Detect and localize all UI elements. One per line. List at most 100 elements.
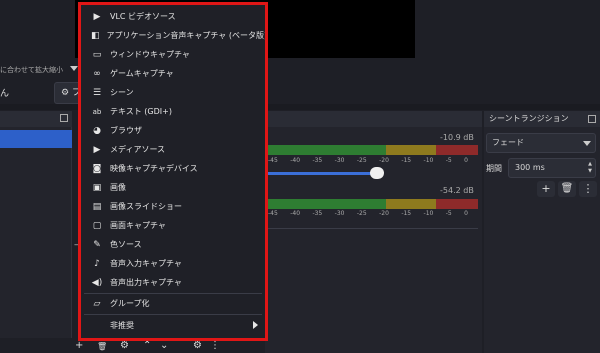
menu-item-vlc-source[interactable]: ▶ VLC ビデオソース	[80, 7, 266, 26]
channel2-ticks: -45 -40 -35 -30 -25 -20 -15 -10 -5 0	[268, 210, 478, 217]
tick-label: -35	[312, 157, 323, 164]
trash-icon[interactable]: 🗑	[97, 342, 107, 351]
channel1-volume-handle[interactable]	[370, 167, 384, 179]
tick-label: -5	[445, 157, 452, 164]
menu-item-label: テキスト (GDI+)	[110, 107, 172, 116]
menu-item-video-capture[interactable]: ◙ 映像キャプチャデバイス	[80, 159, 266, 178]
top-left-area	[0, 0, 75, 58]
tick-label: -10	[423, 210, 434, 217]
menu-item-deprecated[interactable]: 非推奨	[80, 316, 266, 335]
channel1-ticks: -45 -40 -35 -30 -25 -20 -15 -10 -5 0	[268, 157, 478, 164]
window-icon: ▭	[92, 49, 102, 60]
undock-icon[interactable]	[588, 115, 596, 123]
menu-item-label: アプリケーション音声キャプチャ (ベータ版)	[106, 31, 268, 40]
menu-item-browser[interactable]: ◕ ブラウザ	[80, 121, 266, 140]
left-text: ん	[0, 89, 10, 99]
gear-icon[interactable]: ⚙	[120, 340, 129, 351]
tick-label: -20	[379, 210, 389, 217]
tick-label: -30	[334, 157, 345, 164]
channel1-meter	[268, 145, 478, 155]
menu-item-label: 画像スライドショー	[110, 202, 182, 211]
transition-menu-button[interactable]: ⋮	[579, 181, 597, 197]
chevron-right-icon	[253, 321, 258, 329]
menu-item-label: 映像キャプチャデバイス	[110, 164, 198, 173]
menu-item-window-capture[interactable]: ▭ ウィンドウキャプチャ	[80, 45, 266, 64]
monitor-icon: ▢	[92, 220, 102, 231]
tick-label: -5	[445, 210, 452, 217]
menu-item-app-audio-capture[interactable]: ◧ アプリケーション音声キャプチャ (ベータ版)	[80, 26, 268, 45]
undock-icon[interactable]	[60, 114, 68, 122]
tick-label: -25	[356, 157, 367, 164]
globe-icon: ◕	[93, 125, 101, 136]
tick-label: -40	[290, 157, 301, 164]
menu-item-media-source[interactable]: ▶ メディアソース	[80, 140, 266, 159]
tick-label: 0	[464, 210, 468, 217]
tick-label: -15	[401, 210, 412, 217]
menu-item-label: ブラウザ	[110, 126, 142, 135]
chevron-up-icon[interactable]: ⌃	[143, 340, 151, 351]
menu-item-image[interactable]: ▣ 画像	[80, 178, 266, 197]
transition-select-value: フェード	[492, 138, 524, 147]
menu-item-group[interactable]: ▱ グループ化	[80, 294, 266, 313]
list-icon: ☰	[92, 87, 102, 98]
folder-icon: ▱	[93, 298, 101, 309]
menu-item-image-slideshow[interactable]: ▤ 画像スライドショー	[80, 197, 266, 216]
play-icon: ▶	[93, 144, 101, 155]
menu-item-label: VLC ビデオソース	[110, 12, 176, 21]
tick-label: -30	[334, 210, 345, 217]
more-icon[interactable]: ⋮	[210, 340, 220, 351]
chevron-down-icon	[70, 66, 78, 71]
duration-input[interactable]: 300 ms ▲ ▼	[508, 158, 596, 178]
chevron-down-icon	[583, 141, 591, 146]
chevron-down-icon[interactable]: ⌄	[160, 340, 168, 351]
menu-item-label: メディアソース	[110, 145, 166, 154]
menu-item-label: 色ソース	[110, 240, 142, 249]
scale-mode-select[interactable]: に合わせて拡大縮小	[0, 62, 80, 78]
blank-icon	[91, 320, 103, 332]
slideshow-icon: ▤	[92, 201, 102, 212]
scenes-panel-header	[0, 111, 72, 127]
add-source-icon[interactable]: +	[75, 340, 83, 351]
menu-item-label: ゲームキャプチャ	[110, 69, 174, 78]
channel2-meter	[268, 199, 478, 209]
menu-item-label: ウィンドウキャプチャ	[110, 50, 190, 59]
channel1-db: -10.9 dB	[440, 133, 474, 142]
audio-mixer-header	[265, 111, 482, 127]
tick-label: -35	[312, 210, 323, 217]
tick-label: -45	[268, 157, 278, 164]
menu-item-audio-input[interactable]: ♪ 音声入力キャプチャ	[80, 254, 266, 273]
volume-icon: ◀)	[91, 277, 103, 288]
menu-item-game-capture[interactable]: ∞ ゲームキャプチャ	[80, 64, 266, 83]
spinner-icon[interactable]: ▲ ▼	[588, 161, 592, 175]
menu-item-label: 音声出力キャプチャ	[110, 278, 182, 287]
image-icon: ▣	[92, 182, 102, 193]
remove-transition-button[interactable]: 🗑	[558, 181, 576, 197]
transitions-header: シーントランジション	[484, 111, 600, 127]
channel2-db: -54.2 dB	[440, 186, 474, 195]
menu-item-label: 音声入力キャプチャ	[110, 259, 182, 268]
channel1-volume-slider[interactable]	[268, 172, 378, 175]
gamepad-icon: ∞	[93, 68, 101, 79]
tick-label: -10	[423, 157, 434, 164]
tick-label: -40	[290, 210, 301, 217]
text-icon: ab	[92, 107, 102, 116]
menu-separator	[84, 314, 262, 315]
add-transition-button[interactable]: +	[537, 181, 555, 197]
gear-icon[interactable]: ⚙	[193, 340, 202, 351]
menu-item-label: グループ化	[110, 299, 150, 308]
menu-item-display-capture[interactable]: ▢ 画面キャプチャ	[80, 216, 266, 235]
tick-label: -20	[379, 157, 389, 164]
tick-label: -15	[401, 157, 412, 164]
camera-icon: ◙	[92, 163, 102, 174]
menu-item-text[interactable]: ab テキスト (GDI+)	[80, 102, 266, 121]
menu-item-label: 画面キャプチャ	[110, 221, 166, 230]
selected-scene-row[interactable]	[0, 130, 72, 148]
speaker-window-icon: ◧	[91, 30, 100, 41]
tick-label: -25	[356, 210, 367, 217]
menu-item-color-source[interactable]: ✎ 色ソース	[80, 235, 266, 254]
menu-item-audio-output[interactable]: ◀) 音声出力キャプチャ	[80, 273, 266, 292]
transition-select[interactable]: フェード	[486, 133, 596, 153]
brush-icon: ✎	[93, 239, 101, 250]
menu-item-scene[interactable]: ☰ シーン	[80, 83, 266, 102]
tick-label: -45	[268, 210, 278, 217]
